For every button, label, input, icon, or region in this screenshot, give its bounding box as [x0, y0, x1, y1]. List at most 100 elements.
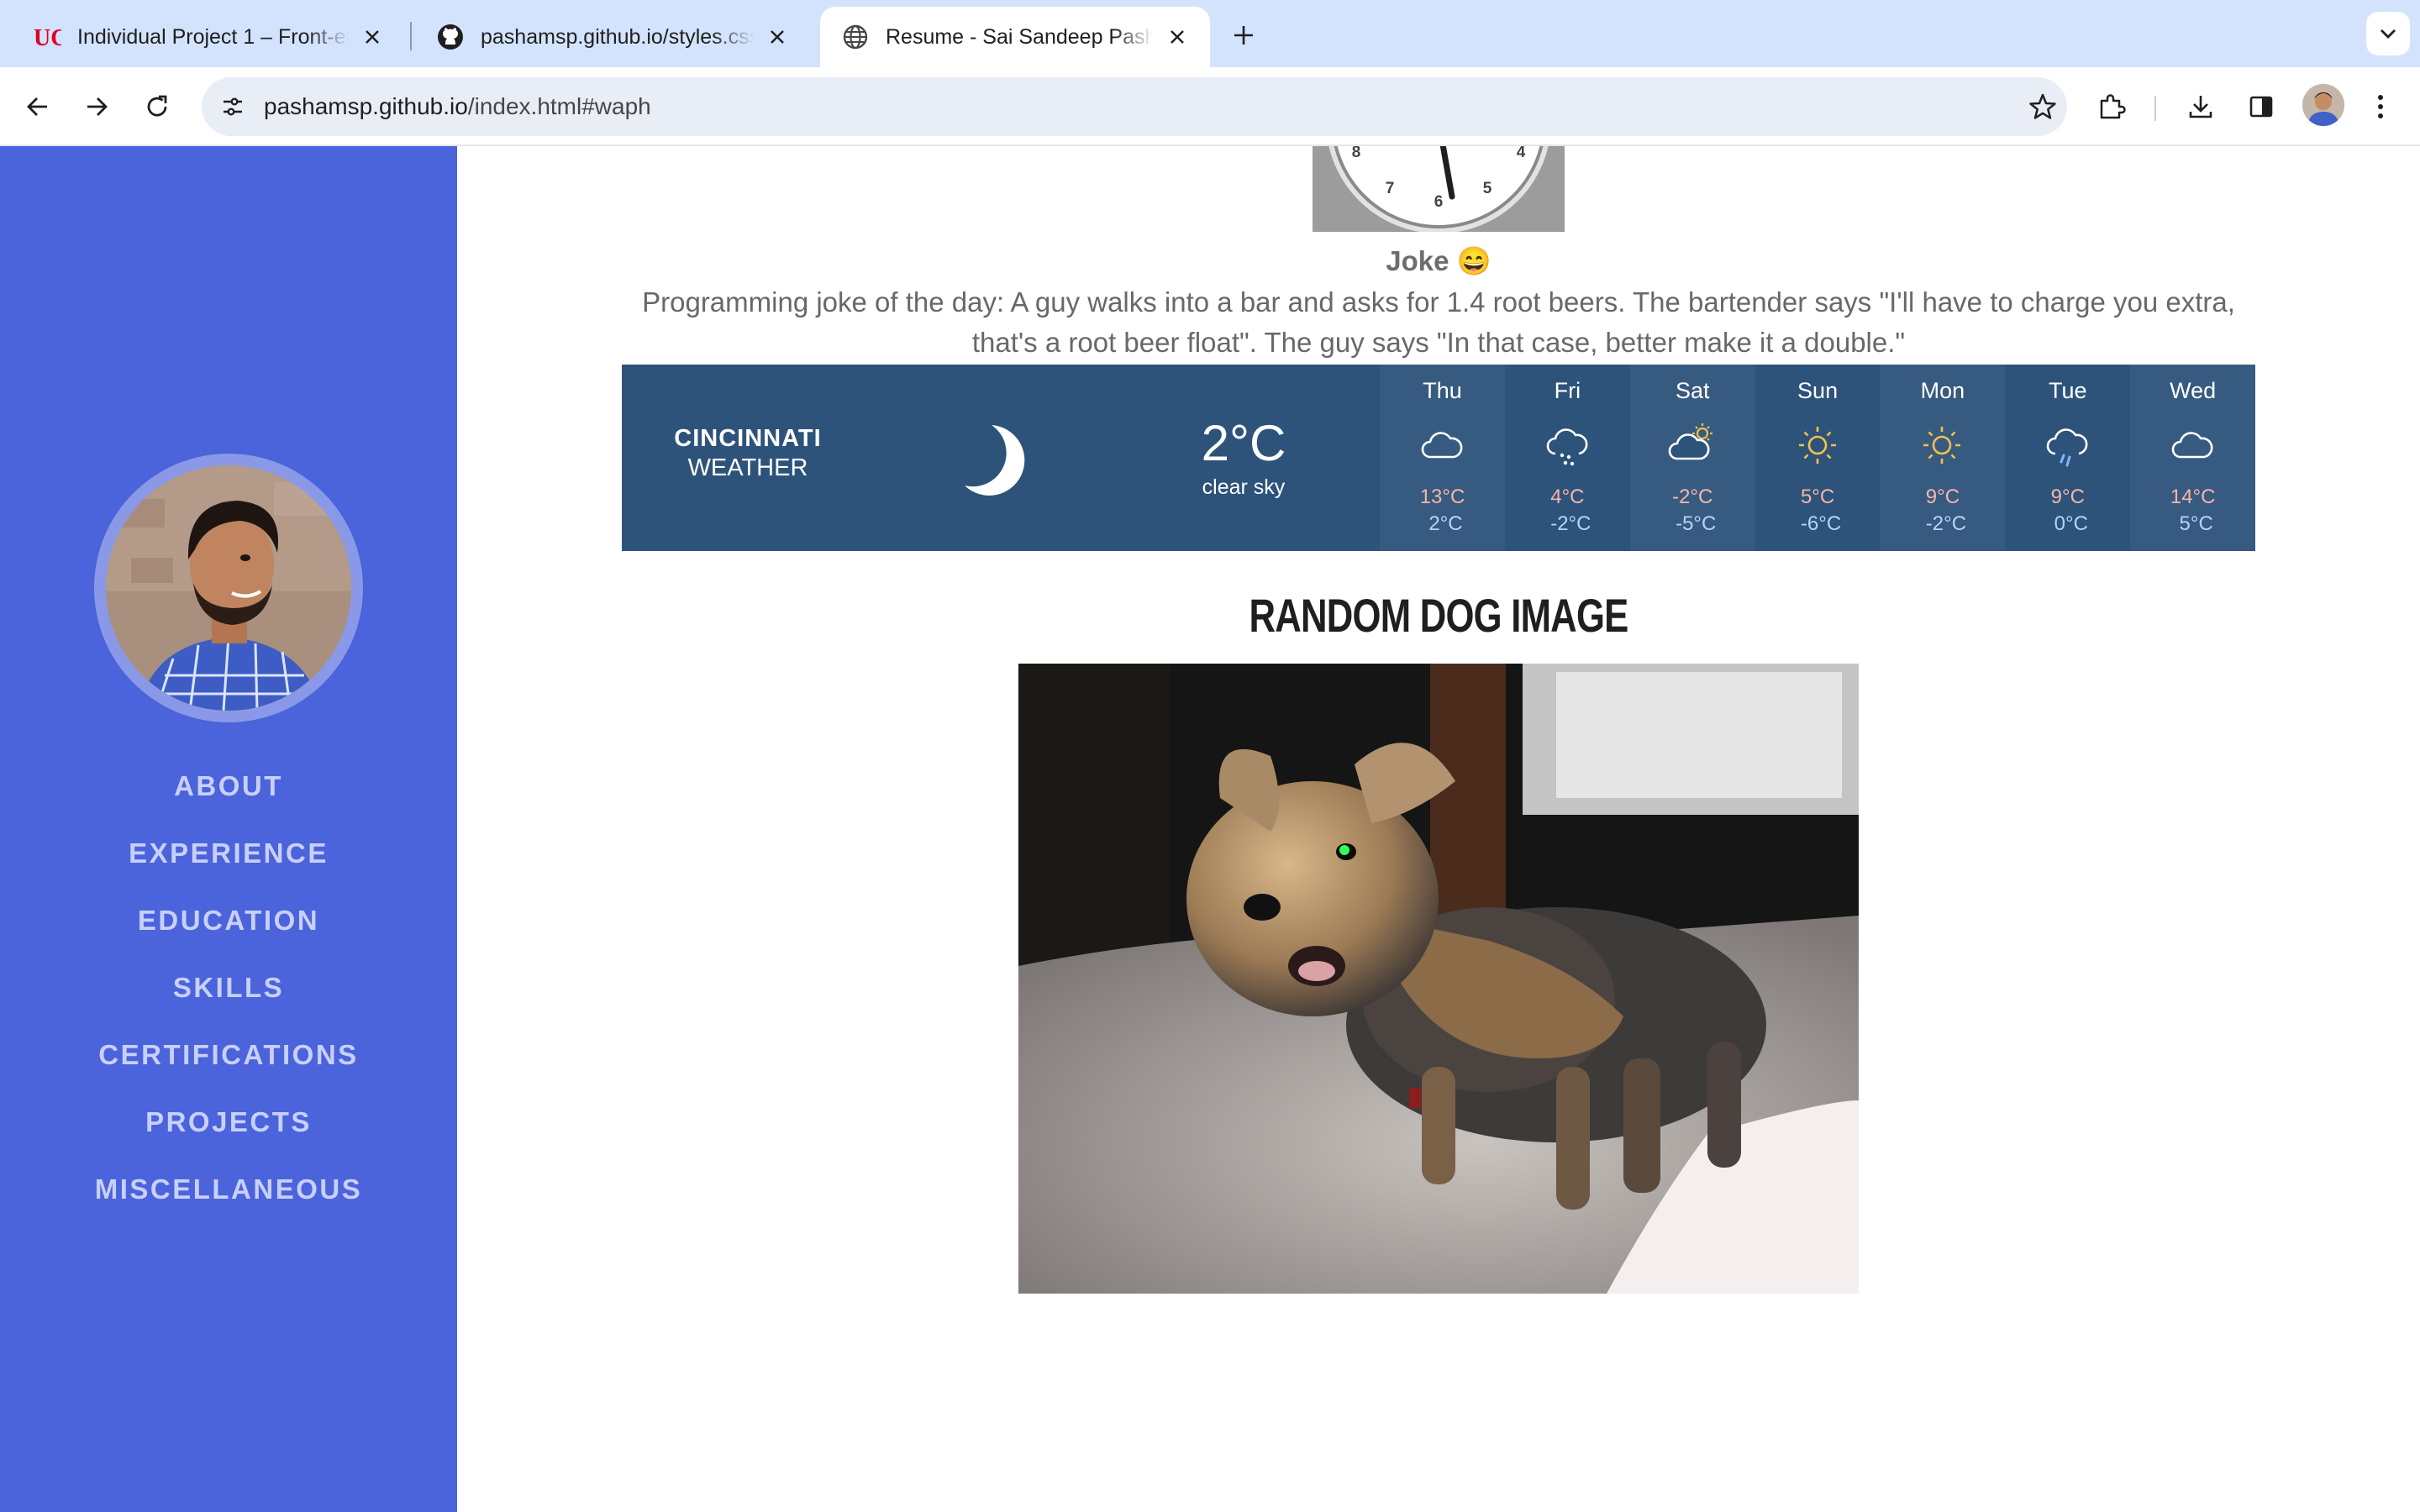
nav-item-experience[interactable]: EXPERIENCE	[0, 820, 457, 887]
close-tab-icon[interactable]	[359, 24, 385, 50]
clock-numeral: 6	[1434, 193, 1444, 211]
bookmark-star-button[interactable]	[2022, 86, 2064, 128]
side-panel-button[interactable]	[2240, 86, 2282, 128]
tab-title: Individual Project 1 – Front-end	[77, 24, 350, 49]
close-tab-icon[interactable]	[764, 24, 790, 50]
url-domain: pashamsp.github.io	[264, 93, 468, 119]
forecast-high: 9°C	[2050, 486, 2085, 508]
nav-item-skills[interactable]: SKILLS	[0, 954, 457, 1021]
joke-text: Programming joke of the day: A guy walks…	[642, 286, 2235, 358]
nav-item-education[interactable]: EDUCATION	[0, 887, 457, 954]
tab-separator	[410, 22, 412, 50]
forecast-day-name: Tue	[2049, 378, 2087, 403]
new-tab-button[interactable]	[1225, 17, 1262, 54]
forecast-high: 14°C	[2170, 486, 2216, 508]
weather-location: CINCINNATI WEATHER	[655, 425, 840, 482]
address-bar[interactable]: pashamsp.github.io/index.html#waph	[202, 77, 2067, 136]
nav-item-about[interactable]: ABOUT	[0, 753, 457, 820]
forecast-low: -2°C	[1550, 512, 1591, 535]
github-icon	[435, 22, 466, 52]
random-dog-image	[1018, 664, 1859, 1294]
extensions-button[interactable]	[2091, 86, 2133, 128]
tab-title: pashamsp.github.io/styles.css	[481, 24, 755, 49]
reload-button[interactable]	[136, 86, 178, 128]
profile-photo-frame	[94, 454, 363, 722]
forecast-day-name: Mon	[1920, 378, 1965, 403]
more-vert-icon	[2378, 95, 2383, 118]
forecast-high: 9°C	[1925, 486, 1960, 508]
site-info-button[interactable]	[212, 86, 254, 128]
url-text[interactable]: pashamsp.github.io/index.html#waph	[264, 77, 651, 136]
rain-cloud-icon	[2042, 420, 2092, 470]
page-viewport: ABOUT EXPERIENCE EDUCATION SKILLS CERTIF…	[0, 146, 2420, 1512]
cloud-icon	[1417, 420, 1467, 470]
forecast-high: 4°C	[1550, 486, 1585, 508]
star-icon	[2029, 93, 2056, 119]
forecast-high: 13°C	[1419, 486, 1465, 508]
browser-toolbar: pashamsp.github.io/index.html#waph	[0, 67, 2420, 146]
browser-tab-resume-active[interactable]: Resume - Sai Sandeep Pasham	[820, 7, 1210, 67]
close-tab-icon[interactable]	[1164, 24, 1190, 50]
puzzle-icon	[2100, 94, 2126, 119]
forecast-low: 2°C	[1428, 512, 1463, 535]
main-content: 8 7 6 5 4 Joke 😄 Programming joke of the…	[457, 146, 2420, 1512]
profile-photo	[106, 465, 351, 711]
nav-item-miscellaneous[interactable]: MISCELLANEOUS	[0, 1156, 457, 1223]
uc-logo-icon: UC	[32, 22, 62, 52]
clock-numeral: 8	[1352, 146, 1361, 161]
forecast-day: Tue 9°C 0°C	[2005, 365, 2130, 551]
tune-icon	[224, 97, 242, 116]
downloads-button[interactable]	[2180, 86, 2222, 128]
forecast-day: Sun 5°C -6°C	[1755, 365, 1881, 551]
forecast-low: 0°C	[2054, 512, 2088, 535]
browser-tab-strip: UC Individual Project 1 – Front-end pash…	[0, 0, 2420, 67]
clock-numeral: 7	[1386, 180, 1395, 197]
forecast-low: -2°C	[1925, 512, 1967, 535]
current-temperature: 2°C	[1201, 415, 1286, 471]
forecast-day-name: Wed	[2170, 378, 2217, 403]
forecast-day-name: Fri	[1554, 378, 1581, 403]
browser-tab-styles[interactable]: pashamsp.github.io/styles.css	[415, 7, 810, 67]
sidebar-nav: ABOUT EXPERIENCE EDUCATION SKILLS CERTIF…	[0, 753, 457, 1223]
weather-city: CINCINNATI	[674, 425, 822, 452]
back-button[interactable]	[17, 86, 59, 128]
current-weather: 2°C clear sky	[1160, 417, 1328, 500]
nav-item-projects[interactable]: PROJECTS	[0, 1089, 457, 1156]
browser-menu-button[interactable]	[2360, 86, 2402, 128]
forecast-low: 5°C	[2179, 512, 2213, 535]
url-path: /index.html#waph	[467, 93, 651, 119]
cloud-icon	[2167, 420, 2217, 470]
forecast-day: Thu 13°C 2°C	[1380, 365, 1505, 551]
forecast-day: Fri 4°C -2°C	[1505, 365, 1630, 551]
weather-widget[interactable]: CINCINNATI WEATHER 2°C clear sky Thu 13°…	[622, 365, 2256, 551]
forward-button[interactable]	[76, 86, 118, 128]
browser-tab-project[interactable]: UC Individual Project 1 – Front-end	[12, 7, 405, 67]
forecast-day-name: Sun	[1797, 378, 1839, 403]
toolbar-divider	[2154, 96, 2156, 121]
sun-icon	[1792, 420, 1843, 470]
dog-image-heading: RANDOM DOG IMAGE	[1249, 589, 1628, 642]
clock-numeral: 4	[1517, 146, 1526, 161]
tab-search-button[interactable]	[2366, 12, 2410, 55]
weather-label: WEATHER	[687, 454, 808, 481]
forecast-day-name: Thu	[1423, 378, 1462, 403]
current-condition: clear sky	[1202, 475, 1286, 499]
forecast-high: 5°C	[1800, 486, 1835, 508]
moon-icon	[958, 417, 1034, 501]
download-icon	[2189, 96, 2212, 118]
forecast-day-name: Sat	[1675, 378, 1710, 403]
globe-icon	[840, 22, 871, 52]
forecast-low: -6°C	[1800, 512, 1842, 535]
forecast-day: Mon 9°C -2°C	[1880, 365, 2006, 551]
forecast-low: -5°C	[1676, 512, 1717, 535]
profile-avatar[interactable]	[2302, 84, 2344, 126]
analog-clock: 8 7 6 5 4	[1313, 146, 1565, 232]
weather-forecast: Thu 13°C 2°C Fri 4°C -2°C Sat -2°C -5°C …	[1380, 365, 2256, 551]
reload-icon	[147, 95, 167, 117]
nav-item-certifications[interactable]: CERTIFICATIONS	[0, 1021, 457, 1089]
sidebar: ABOUT EXPERIENCE EDUCATION SKILLS CERTIF…	[0, 146, 457, 1512]
arrow-right-icon	[87, 97, 108, 116]
forecast-day: Sat -2°C -5°C	[1629, 365, 1755, 551]
forecast-high: -2°C	[1672, 486, 1713, 508]
sun-icon	[1917, 420, 1967, 470]
